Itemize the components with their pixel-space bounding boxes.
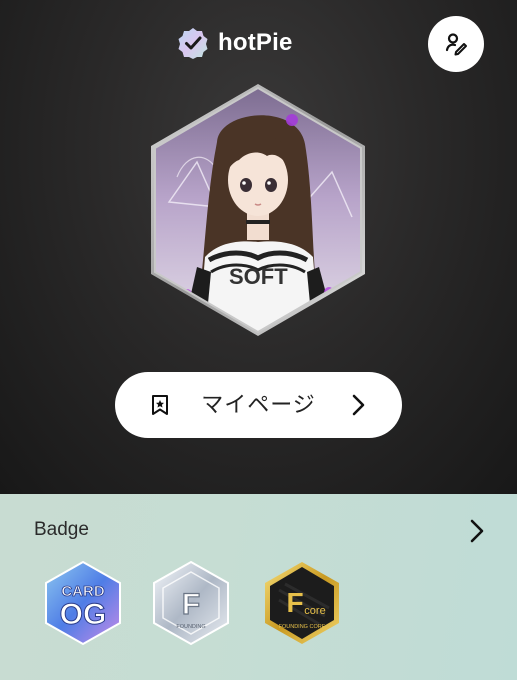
founding-badge-icon: F FOUNDING [153,560,229,646]
badge-f-letter: F [182,588,200,621]
badge-section-title: Badge [34,519,89,540]
avatar[interactable]: SOFT [147,82,369,338]
brand-name: hotPie [218,29,293,56]
edit-pen-icon [445,33,467,56]
brand: hotPie [176,26,293,60]
badge-fcore-caption: FOUNDING CORE [279,624,326,630]
profile-header-section: hotPie SOFT マイページ [0,0,517,494]
badge-f-caption: FOUNDING [176,624,205,630]
chevron-right-icon [352,394,365,416]
verified-check-icon [178,28,208,59]
edit-profile-button[interactable] [428,16,484,72]
badge-founding[interactable]: F FOUNDING [148,560,234,646]
badge-section: Badge CARD OG F FOUNDING F core FOUNDING… [0,494,517,680]
badge-fcore-suffix: core [304,605,325,617]
badge-fcore-letter: F [286,587,303,618]
badge-og-line2: OG [60,598,107,631]
badge-founding-core[interactable]: F core FOUNDING CORE [259,560,345,646]
card-og-badge-icon: CARD OG [45,560,121,646]
founding-core-badge-icon: F core FOUNDING CORE [265,562,339,644]
badge-card-og[interactable]: CARD OG [40,560,126,646]
svg-text:SOFT: SOFT [229,264,288,289]
mypage-button[interactable]: マイページ [115,372,402,438]
badge-chevron-right-icon[interactable] [466,518,488,544]
avatar-hexagon: SOFT [151,84,365,336]
profile-screen: hotPie SOFT マイページ Badge CARD OG F FOUNDI… [0,0,517,680]
